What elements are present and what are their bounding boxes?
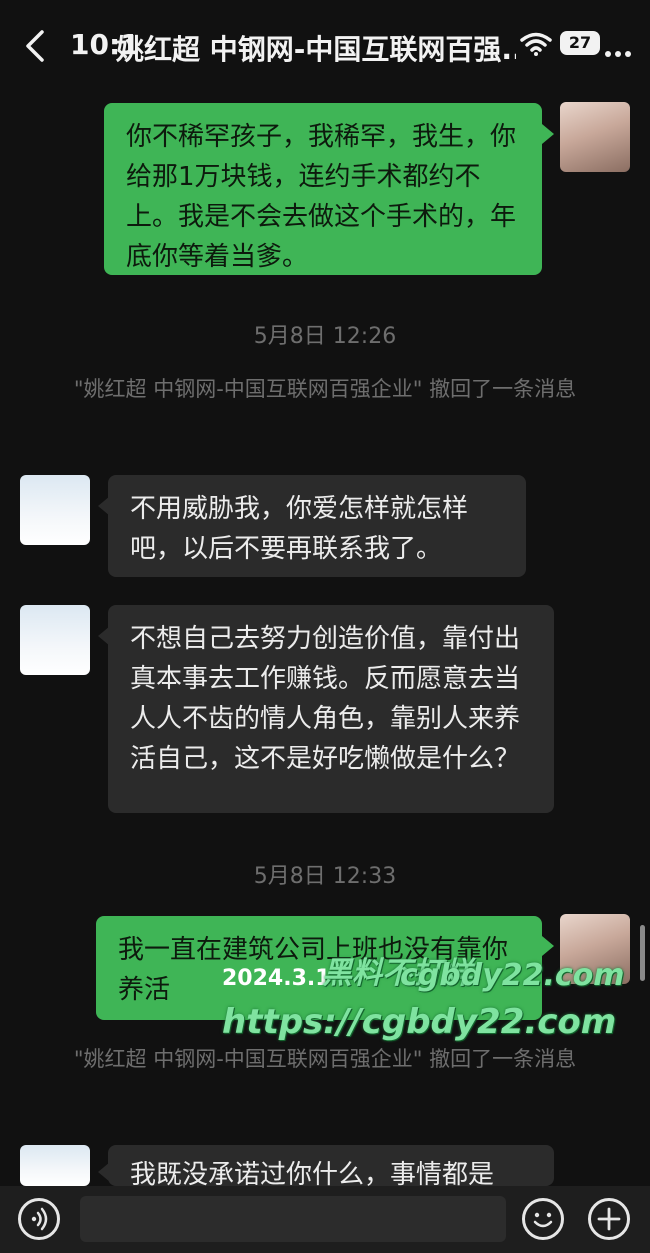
message-bubble-received[interactable]: 我既没承诺过你什么，事情都是 <box>108 1145 554 1186</box>
timestamp: 5月8日 12:33 <box>253 864 397 889</box>
avatar-contact[interactable] <box>20 475 90 545</box>
chat-screen: 10:1 姚红超 中钢网-中国互联网百强... 27 你不稀罕孩子，我稀罕，我生… <box>0 0 650 1253</box>
watermark-domain: cgbdy22.com <box>400 958 625 993</box>
message-text: 我既没承诺过你什么，事情都是 <box>130 1160 495 1186</box>
chat-header: 10:1 姚红超 中钢网-中国互联网百强... 27 <box>0 0 650 92</box>
message-text: 不用威胁我，你爱怎样就怎样吧，以后不要再联系我了。 <box>130 494 469 564</box>
plus-icon <box>597 1207 621 1231</box>
back-button[interactable] <box>18 26 54 66</box>
watermark-url: https://cgbdy22.com <box>222 1002 617 1042</box>
message-text: 你不稀罕孩子，我稀罕，我生，你给那1万块钱，连约手术都约不上。我是不会去做这个手… <box>126 122 517 272</box>
wifi-icon <box>520 32 552 60</box>
message-text: 不想自己去努力创造价值，靠付出真本事去工作赚钱。反而愿意去当人人不齿的情人角色，… <box>130 624 521 774</box>
avatar-contact[interactable] <box>20 605 90 675</box>
recall-notice: "姚红超 中钢网-中国互联网百强企业" 撤回了一条消息 <box>73 1047 577 1071</box>
bubble-tail <box>542 936 554 956</box>
voice-button[interactable] <box>18 1198 60 1240</box>
timestamp: 5月8日 12:26 <box>253 324 397 349</box>
avatar-self[interactable] <box>560 102 630 172</box>
recall-notice: "姚红超 中钢网-中国互联网百强企业" 撤回了一条消息 <box>73 377 577 401</box>
message-input[interactable] <box>80 1196 506 1242</box>
chat-title: 姚红超 中钢网-中国互联网百强... <box>116 33 516 66</box>
chevron-left-icon <box>26 30 44 62</box>
emoji-button[interactable] <box>522 1198 564 1240</box>
bubble-tail <box>542 124 554 144</box>
input-bar <box>0 1186 650 1253</box>
battery-icon: 27 <box>560 31 600 55</box>
overlay-date: 2024.3.1 <box>222 966 331 991</box>
voice-icon <box>31 1207 48 1231</box>
message-bubble-received[interactable]: 不想自己去努力创造价值，靠付出真本事去工作赚钱。反而愿意去当人人不齿的情人角色，… <box>108 605 554 813</box>
plus-button[interactable] <box>588 1198 630 1240</box>
battery-level: 27 <box>568 33 592 52</box>
avatar-contact[interactable] <box>20 1145 90 1186</box>
emoji-icon <box>533 1212 553 1228</box>
message-bubble-received[interactable]: 不用威胁我，你爱怎样就怎样吧，以后不要再联系我了。 <box>108 475 526 577</box>
scrollbar[interactable] <box>640 925 645 981</box>
message-bubble-sent[interactable]: 你不稀罕孩子，我稀罕，我生，你给那1万块钱，连约手术都约不上。我是不会去做这个手… <box>104 103 542 275</box>
more-dots-icon[interactable] <box>605 42 635 57</box>
